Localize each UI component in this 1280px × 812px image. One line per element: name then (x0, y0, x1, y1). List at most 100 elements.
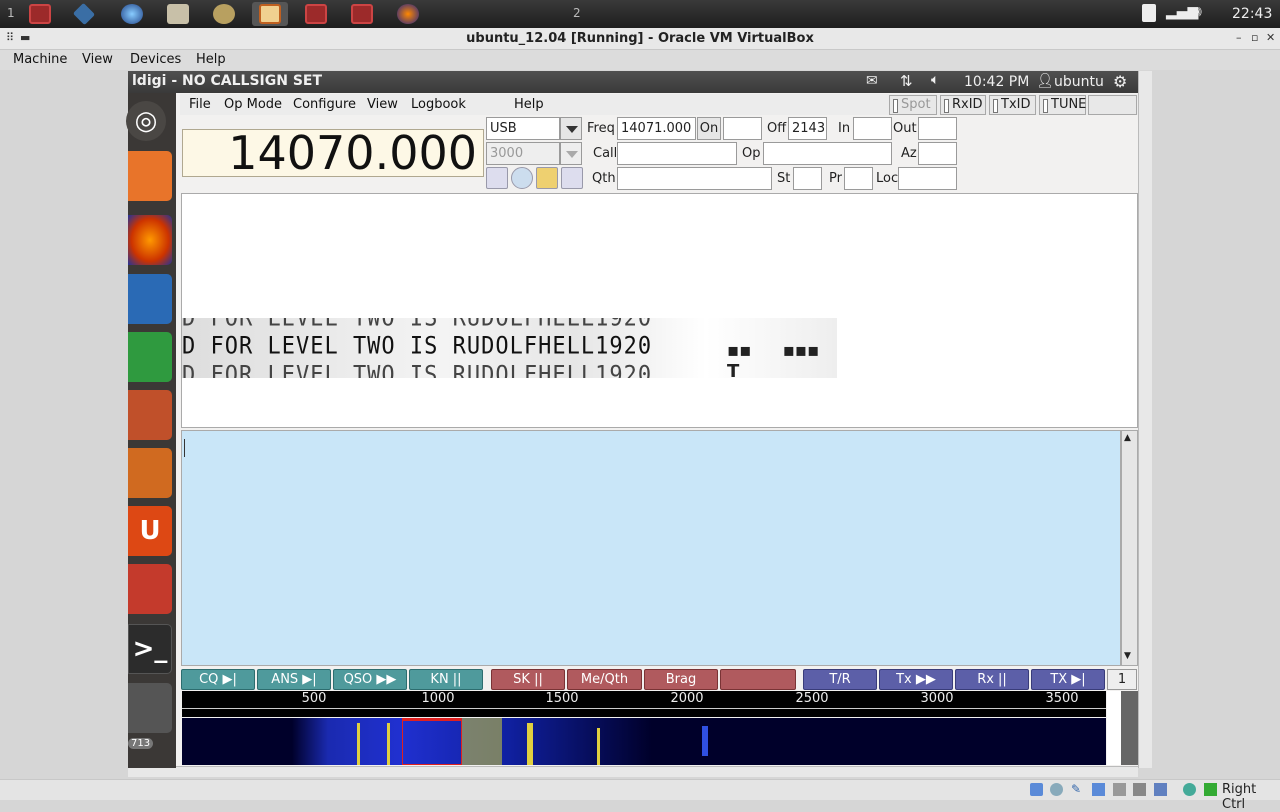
st-field[interactable] (793, 167, 822, 190)
window-menu-icon[interactable]: ▬ (20, 31, 30, 44)
rst-out-field[interactable] (918, 117, 957, 140)
scroll-up-icon[interactable]: ▲ (1124, 433, 1131, 443)
fldigi-icon[interactable] (252, 2, 288, 26)
ubuntu-one-icon[interactable]: U (128, 506, 172, 556)
macro-set-indicator[interactable]: 1 (1107, 669, 1137, 690)
workspace-2-label[interactable]: 2 (573, 6, 581, 20)
freq-field[interactable]: 14071.000 (617, 117, 696, 140)
virtualbox-icon[interactable] (66, 2, 102, 26)
tune-toggle[interactable]: TUNE (1039, 95, 1086, 115)
keyboard-capture-icon[interactable] (1204, 783, 1217, 796)
menu-op-mode[interactable]: Op Mode (224, 97, 282, 112)
qth-field[interactable] (617, 167, 772, 190)
app-red-1-icon[interactable] (22, 2, 58, 26)
network-icon[interactable] (1092, 783, 1105, 796)
on-time-field[interactable] (723, 117, 762, 140)
menu-logbook[interactable]: Logbook (411, 97, 466, 112)
macro-button-10[interactable]: Tx ▶▶ (879, 669, 953, 690)
network-arrows-icon[interactable]: ⇅ (900, 72, 913, 90)
volume-icon[interactable]: 🔊︎ (1193, 4, 1202, 20)
macro-button-3[interactable]: QSO ▶▶ (333, 669, 407, 690)
macro-button-2[interactable]: ANS ▶| (257, 669, 331, 690)
transmit-text-pane[interactable] (181, 430, 1121, 666)
vbox-menu-machine[interactable]: Machine (13, 52, 67, 67)
mouse-integration-icon[interactable] (1183, 783, 1196, 796)
macro-button-4[interactable]: KN || (409, 669, 483, 690)
settings-globe-icon[interactable] (114, 2, 150, 26)
disk-icon[interactable] (128, 683, 172, 733)
guest-hscrollbar[interactable] (128, 766, 1138, 777)
app-red-3-icon[interactable] (344, 2, 380, 26)
writer-icon[interactable] (128, 274, 172, 324)
pr-field[interactable] (844, 167, 873, 190)
receive-text-pane[interactable] (181, 193, 1138, 428)
az-field[interactable] (918, 142, 957, 165)
display-icon[interactable] (1133, 783, 1146, 796)
drag-handle-icon[interactable]: ⠿ (6, 31, 14, 44)
menu-view[interactable]: View (367, 97, 398, 112)
macro-button-5[interactable]: SK || (491, 669, 565, 690)
cd-icon[interactable] (1050, 783, 1063, 796)
system-settings-icon[interactable] (128, 564, 172, 614)
mode-select[interactable]: USB (486, 117, 560, 140)
terminal-icon[interactable]: >_ (128, 624, 172, 674)
blank-button[interactable] (1088, 95, 1137, 115)
gear-icon[interactable]: ⚙ (1113, 72, 1127, 91)
rst-in-field[interactable] (853, 117, 892, 140)
macro-button-7[interactable]: Brag (644, 669, 718, 690)
op-field[interactable] (763, 142, 892, 165)
guest-clock[interactable]: 10:42 PM (964, 74, 1029, 90)
app-red-2-icon[interactable] (298, 2, 334, 26)
files-folder-icon[interactable] (160, 2, 196, 26)
bandwidth-select[interactable]: 3000 (486, 142, 560, 165)
transmit-scrollbar[interactable]: ▲ ▼ (1121, 430, 1138, 666)
software-center-icon[interactable] (128, 448, 172, 498)
locator-field[interactable] (898, 167, 957, 190)
bandwidth-dropdown-icon[interactable] (560, 142, 582, 165)
on-button[interactable]: On (697, 117, 721, 140)
home-folder-icon[interactable] (128, 151, 172, 201)
off-time-field[interactable]: 2143 (788, 117, 827, 140)
vbox-menu-devices[interactable]: Devices (130, 52, 181, 67)
clear-broom-icon[interactable] (536, 167, 558, 189)
vbox-menu-help[interactable]: Help (196, 52, 226, 67)
guest-vscrollbar[interactable] (1138, 71, 1152, 768)
usb-icon[interactable]: ✎ (1071, 782, 1081, 796)
firefox-icon[interactable] (128, 215, 172, 265)
workspace-1-label[interactable]: 1 (7, 6, 15, 20)
vbox-menu-view[interactable]: View (82, 52, 113, 67)
close-icon[interactable]: ✕ (1266, 31, 1275, 44)
minimize-icon[interactable]: – (1236, 31, 1242, 44)
macro-button-12[interactable]: TX ▶| (1031, 669, 1105, 690)
calc-icon[interactable] (128, 332, 172, 382)
mode-dropdown-icon[interactable] (560, 117, 582, 140)
guest-user-name[interactable]: ubuntu (1054, 74, 1104, 90)
spot-toggle[interactable]: Spot (889, 95, 937, 115)
menu-file[interactable]: File (189, 97, 211, 112)
macro-button-6[interactable]: Me/Qth (567, 669, 642, 690)
macro-button-9[interactable]: T/R (803, 669, 877, 690)
scroll-down-icon[interactable]: ▼ (1124, 651, 1131, 661)
call-field[interactable] (617, 142, 737, 165)
frequency-display[interactable]: 14070.000 (182, 129, 484, 177)
waterfall-scroll[interactable] (1121, 691, 1138, 765)
refresh-icon[interactable] (561, 167, 583, 189)
dash-home-icon[interactable]: ◎ (126, 101, 166, 141)
video-capture-icon[interactable] (1154, 783, 1167, 796)
macro-button-1[interactable]: CQ ▶| (181, 669, 255, 690)
macro-button-8[interactable] (720, 669, 796, 690)
impress-icon[interactable] (128, 390, 172, 440)
globe-lookup-icon[interactable] (511, 167, 533, 189)
rxid-toggle[interactable]: RxID (940, 95, 986, 115)
macro-button-11[interactable]: Rx || (955, 669, 1029, 690)
guest-volume-icon[interactable]: 🔈︎ (931, 72, 939, 88)
menu-configure[interactable]: Configure (293, 97, 356, 112)
shared-folder-icon[interactable] (1113, 783, 1126, 796)
hdd-icon[interactable] (1030, 783, 1043, 796)
mail-icon[interactable]: ✉ (866, 73, 878, 89)
menu-help[interactable]: Help (514, 97, 544, 112)
tuning-cursor[interactable] (402, 718, 462, 765)
user-icon[interactable]: 👤︎ (1036, 73, 1054, 89)
host-clock[interactable]: 22:43 (1232, 6, 1272, 22)
waterfall-display[interactable] (182, 718, 1106, 765)
